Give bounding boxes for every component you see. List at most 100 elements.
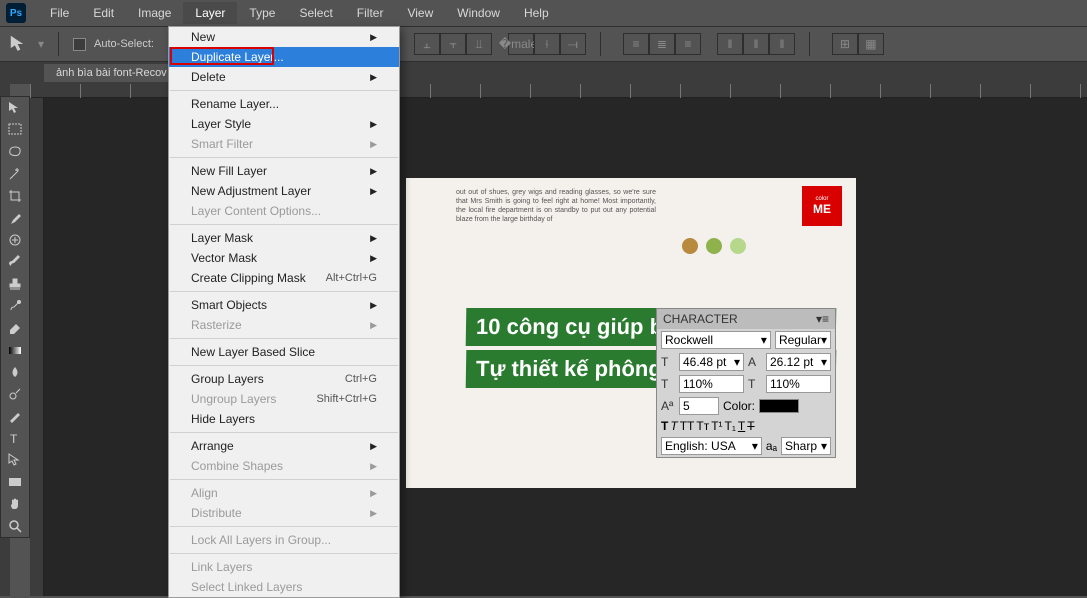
dodge-tool[interactable]	[1, 383, 29, 405]
eraser-tool[interactable]	[1, 317, 29, 339]
color-label: Color:	[723, 399, 755, 413]
eyedropper-tool[interactable]	[1, 207, 29, 229]
superscript-icon[interactable]: T¹	[711, 419, 722, 433]
distribute-bottom-icon[interactable]: ≡	[675, 33, 701, 55]
menu-item-new-fill-layer[interactable]: New Fill Layer▶	[169, 161, 399, 181]
menu-select[interactable]: Select	[287, 2, 344, 24]
menu-view[interactable]: View	[395, 2, 445, 24]
document-tab-bar: ảnh bìa bài font-Recov	[0, 62, 1087, 84]
type-tool[interactable]: T	[1, 427, 29, 449]
leading-input[interactable]: 26.12 pt▾	[766, 353, 831, 371]
menu-window[interactable]: Window	[445, 2, 512, 24]
menu-item-create-clipping-mask[interactable]: Create Clipping MaskAlt+Ctrl+G	[169, 268, 399, 288]
crop-tool[interactable]	[1, 185, 29, 207]
menu-item-delete[interactable]: Delete▶	[169, 67, 399, 87]
language-select[interactable]: English: USA▾	[661, 437, 762, 455]
align-left-icon[interactable]: �males	[508, 33, 534, 55]
menu-item-link-layers: Link Layers	[169, 557, 399, 577]
bold-icon[interactable]: T	[661, 419, 668, 433]
align-top-icon[interactable]: ⫠	[414, 33, 440, 55]
menu-item-duplicate-layer[interactable]: Duplicate Layer...	[169, 47, 399, 67]
auto-select-checkbox[interactable]	[73, 38, 86, 51]
rectangle-tool[interactable]	[1, 471, 29, 493]
history-tool[interactable]	[1, 295, 29, 317]
antialias-select[interactable]: Sharp▾	[781, 437, 831, 455]
move-tool-indicator-icon	[8, 33, 30, 55]
subscript-icon[interactable]: T₁	[725, 419, 736, 433]
align-bottom-icon[interactable]: ⫫	[466, 33, 492, 55]
menu-help[interactable]: Help	[512, 2, 561, 24]
menubar: Ps FileEditImageLayerTypeSelectFilterVie…	[0, 0, 1087, 26]
menu-item-new-layer-based-slice[interactable]: New Layer Based Slice	[169, 342, 399, 362]
gradient-tool[interactable]	[1, 339, 29, 361]
menu-item-align: Align▶	[169, 483, 399, 503]
menu-item-smart-objects[interactable]: Smart Objects▶	[169, 295, 399, 315]
zoom-tool[interactable]	[1, 515, 29, 537]
menu-type[interactable]: Type	[237, 2, 287, 24]
panel-menu-icon[interactable]: ▾≡	[816, 312, 829, 326]
blur-tool[interactable]	[1, 361, 29, 383]
font-style-select[interactable]: Regular▾	[775, 331, 831, 349]
tracking-input[interactable]: 110%	[679, 375, 744, 393]
kerning-input[interactable]: 110%	[766, 375, 831, 393]
distribute-top-icon[interactable]: ≡	[623, 33, 649, 55]
menu-item-layer-mask[interactable]: Layer Mask▶	[169, 228, 399, 248]
menu-item-rasterize: Rasterize▶	[169, 315, 399, 335]
italic-icon[interactable]: T	[670, 419, 677, 433]
document-tab[interactable]: ảnh bìa bài font-Recov	[44, 64, 180, 82]
auto-select-label: Auto-Select:	[94, 38, 154, 50]
character-panel[interactable]: CHARACTER ▾≡ Rockwell▾ Regular▾ T 46.48 …	[656, 308, 836, 458]
layer-menu-dropdown: New▶Duplicate Layer...Delete▶ Rename Laye…	[168, 26, 400, 598]
distribute-right-icon[interactable]: ‖	[769, 33, 795, 55]
menu-item-new[interactable]: New▶	[169, 27, 399, 47]
caps-icon[interactable]: TT	[680, 419, 695, 433]
menu-item-layer-content-options: Layer Content Options...	[169, 201, 399, 221]
underline-icon[interactable]: T	[738, 419, 745, 433]
menu-filter[interactable]: Filter	[345, 2, 396, 24]
align-hcenter-icon[interactable]: ⟊	[534, 33, 560, 55]
strike-icon[interactable]: T	[747, 419, 754, 433]
menu-item-layer-style[interactable]: Layer Style▶	[169, 114, 399, 134]
menu-item-ungroup-layers: Ungroup LayersShift+Ctrl+G	[169, 389, 399, 409]
healing-tool[interactable]	[1, 229, 29, 251]
menu-layer[interactable]: Layer	[183, 2, 237, 24]
menu-item-lock-all-layers-in-group: Lock All Layers in Group...	[169, 530, 399, 550]
distribute-hcenter-icon[interactable]: ‖	[743, 33, 769, 55]
menu-item-arrange[interactable]: Arrange▶	[169, 436, 399, 456]
menu-item-vector-mask[interactable]: Vector Mask▶	[169, 248, 399, 268]
marquee-tool[interactable]	[1, 119, 29, 141]
lasso-tool[interactable]	[1, 141, 29, 163]
menu-item-group-layers[interactable]: Group LayersCtrl+G	[169, 369, 399, 389]
distribute-left-icon[interactable]: ‖	[717, 33, 743, 55]
stamp-tool[interactable]	[1, 273, 29, 295]
menu-edit[interactable]: Edit	[81, 2, 126, 24]
font-size-icon: T	[661, 355, 675, 369]
newsprint-text: out out of shues, grey wigs and reading …	[456, 188, 656, 224]
menu-item-rename-layer[interactable]: Rename Layer...	[169, 94, 399, 114]
auto-align-icon[interactable]: ⊞	[832, 33, 858, 55]
align-vcenter-icon[interactable]: ⫟	[440, 33, 466, 55]
hand-tool[interactable]	[1, 493, 29, 515]
dot-icon	[706, 238, 722, 254]
smallcaps-icon[interactable]: Tᴛ	[696, 419, 709, 433]
text-color-swatch[interactable]	[759, 399, 799, 413]
path-tool[interactable]	[1, 449, 29, 471]
3d-mode-icon[interactable]: ▦	[858, 33, 884, 55]
baseline-input[interactable]: 5	[679, 397, 719, 415]
font-family-select[interactable]: Rockwell▾	[661, 331, 771, 349]
brush-tool[interactable]	[1, 251, 29, 273]
wand-tool[interactable]	[1, 163, 29, 185]
font-size-input[interactable]: 46.48 pt▾	[679, 353, 744, 371]
align-right-icon[interactable]: ⟞	[560, 33, 586, 55]
svg-text:T: T	[10, 432, 18, 446]
menu-item-hide-layers[interactable]: Hide Layers	[169, 409, 399, 429]
toolbox: T	[0, 96, 30, 538]
menu-item-new-adjustment-layer[interactable]: New Adjustment Layer▶	[169, 181, 399, 201]
menu-item-combine-shapes: Combine Shapes▶	[169, 456, 399, 476]
distribute-vcenter-icon[interactable]: ≣	[649, 33, 675, 55]
menu-image[interactable]: Image	[126, 2, 183, 24]
menu-file[interactable]: File	[38, 2, 81, 24]
menu-item-distribute: Distribute▶	[169, 503, 399, 523]
pen-tool[interactable]	[1, 405, 29, 427]
move-tool[interactable]	[1, 97, 29, 119]
